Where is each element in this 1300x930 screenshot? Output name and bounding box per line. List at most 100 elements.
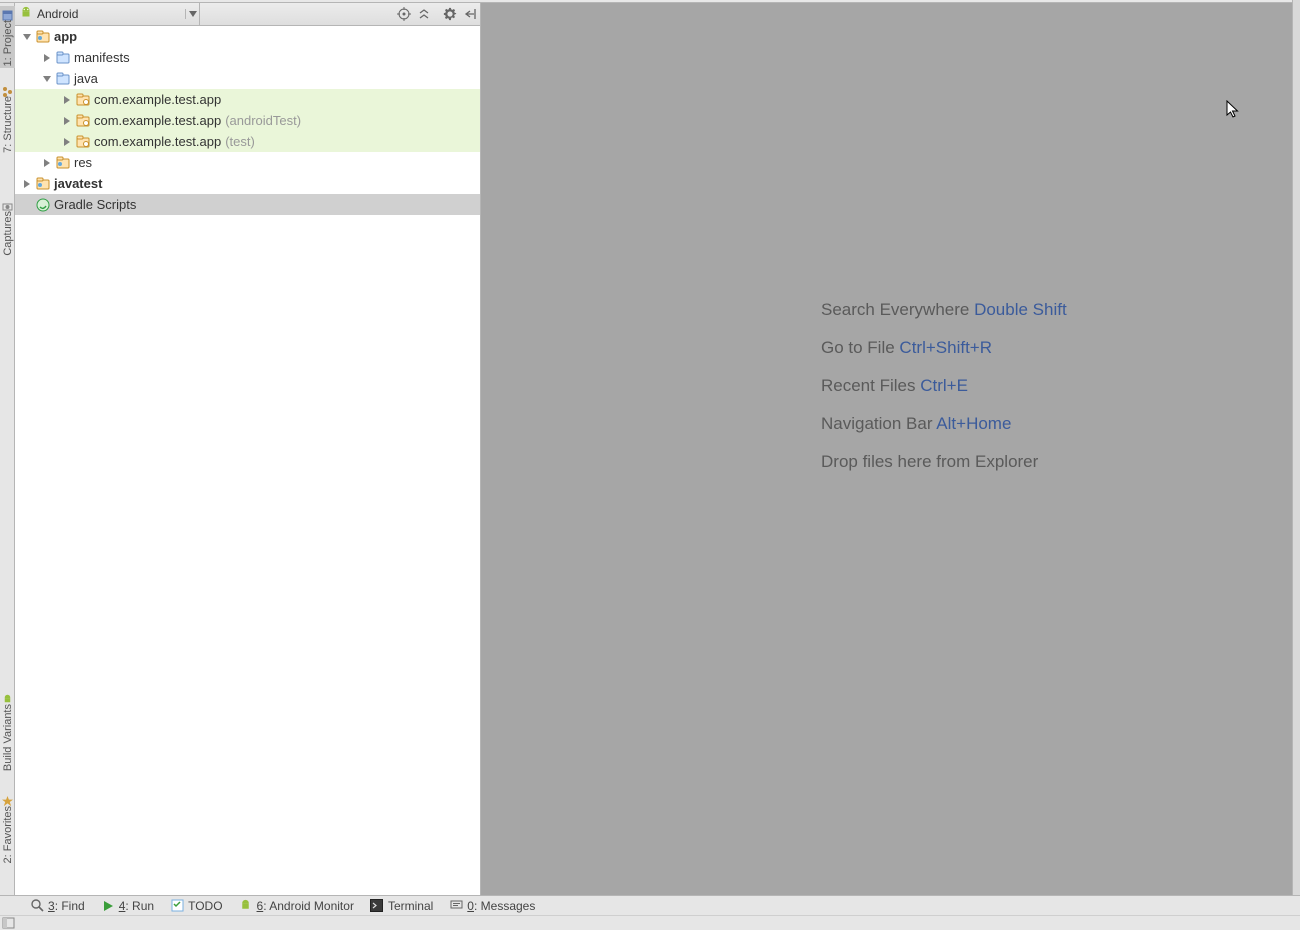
bottom-tab-todo[interactable]: TODO (162, 896, 230, 916)
tree-node-label: res (74, 155, 92, 170)
hide-button[interactable] (460, 5, 480, 23)
tree-twistie[interactable] (39, 155, 55, 171)
right-tool-strip (1292, 0, 1300, 895)
tree-node-label: com.example.test.app(test) (94, 134, 255, 149)
editor-tip: Drop files here from Explorer (821, 443, 1067, 481)
bottom-tab-mnemonic: 3 (48, 899, 55, 913)
tree-node-label: com.example.test.app(androidTest) (94, 113, 301, 128)
tip-text: Recent Files (821, 376, 920, 395)
star-icon (2, 795, 13, 806)
android-icon (239, 899, 253, 913)
package-icon (75, 134, 91, 150)
gradle-icon (35, 197, 51, 213)
todo-icon (170, 899, 184, 913)
tree-row[interactable]: com.example.test.app (15, 89, 480, 110)
scroll-to-source-button[interactable] (394, 5, 414, 23)
editor-tips: Search Everywhere Double ShiftGo to File… (821, 291, 1067, 481)
tree-row[interactable]: javatest (15, 173, 480, 194)
tab-build-variants-label: Build Variants (2, 704, 14, 771)
tab-favorites[interactable]: 2: Favorites (0, 785, 15, 865)
bottom-tab-label: : Android Monitor (263, 899, 354, 913)
left-tool-strip: 1: Project 7: Structure Captures Build V… (0, 3, 15, 895)
tree-node-label: app (54, 29, 77, 44)
tree-node-suffix: (androidTest) (225, 113, 301, 128)
module-icon (35, 176, 51, 192)
tree-node-label: java (74, 71, 98, 86)
module-icon (55, 155, 71, 171)
messages-icon (449, 899, 463, 913)
tree-row[interactable]: res (15, 152, 480, 173)
status-indicator-icon[interactable] (2, 917, 15, 929)
bottom-tab-run[interactable]: 4: Run (93, 896, 162, 916)
terminal-icon (370, 899, 384, 913)
bottom-tab-messages[interactable]: 0: Messages (441, 896, 543, 916)
tree-row[interactable]: Gradle Scripts (15, 194, 480, 215)
tree-twistie[interactable] (39, 71, 55, 87)
bottom-tab-android[interactable]: 6: Android Monitor (231, 896, 362, 916)
tab-structure-label: 7: Structure (2, 96, 14, 153)
project-header: Android (15, 3, 480, 26)
gear-icon[interactable] (440, 5, 460, 23)
tree-twistie[interactable] (19, 176, 35, 192)
tab-build-variants[interactable]: Build Variants (0, 673, 15, 773)
tree-node-suffix: (test) (225, 134, 255, 149)
tree-row[interactable]: app (15, 26, 480, 47)
tree-node-label: Gradle Scripts (54, 197, 136, 212)
editor-tip: Search Everywhere Double Shift (821, 291, 1067, 329)
project-icon (2, 9, 13, 20)
tip-shortcut: Alt+Home (936, 414, 1011, 433)
tree-node-label: manifests (74, 50, 130, 65)
tree-row[interactable]: java (15, 68, 480, 89)
status-bar (0, 915, 1300, 930)
project-tree[interactable]: app manifests java com.example.test.app com.… (15, 26, 480, 895)
editor-tip: Navigation Bar Alt+Home (821, 405, 1067, 443)
tree-twistie[interactable] (59, 134, 75, 150)
search-icon (30, 899, 44, 913)
module-icon (35, 29, 51, 45)
tip-text: Search Everywhere (821, 300, 974, 319)
tree-twistie[interactable] (59, 113, 75, 129)
bottom-tab-label: : Messages (474, 899, 535, 913)
tree-row[interactable]: manifests (15, 47, 480, 68)
folder-icon (55, 71, 71, 87)
tip-text: Navigation Bar (821, 414, 936, 433)
chevron-down-icon (185, 9, 199, 19)
bottom-tab-search[interactable]: 3: Find (22, 896, 93, 916)
android-icon (19, 6, 33, 23)
android-icon (2, 693, 13, 704)
collapse-all-button[interactable] (414, 5, 434, 23)
tree-node-label: com.example.test.app (94, 92, 221, 107)
project-view-dropdown[interactable]: Android (15, 3, 200, 26)
tip-shortcut: Ctrl+E (920, 376, 968, 395)
tip-text: Go to File (821, 338, 899, 357)
bottom-tab-label: TODO (188, 899, 222, 913)
tree-node-label: javatest (54, 176, 102, 191)
tree-twistie[interactable] (19, 29, 35, 45)
tab-captures[interactable]: Captures (0, 183, 15, 258)
tab-favorites-label: 2: Favorites (2, 806, 14, 863)
tab-structure[interactable]: 7: Structure (0, 73, 15, 155)
tree-twistie-empty (19, 197, 35, 213)
tree-twistie[interactable] (39, 50, 55, 66)
folder-icon (55, 50, 71, 66)
tab-project-label: 1: Project (2, 20, 14, 66)
tree-row[interactable]: com.example.test.app(androidTest) (15, 110, 480, 131)
editor-empty-area[interactable]: Search Everywhere Double ShiftGo to File… (481, 3, 1292, 895)
tip-shortcut: Double Shift (974, 300, 1067, 319)
editor-tip: Recent Files Ctrl+E (821, 367, 1067, 405)
editor-tip: Go to File Ctrl+Shift+R (821, 329, 1067, 367)
bottom-tab-mnemonic: 4 (119, 899, 126, 913)
bottom-tab-mnemonic: 6 (257, 899, 264, 913)
project-tool-window: Android app manifests java com.example.test… (15, 3, 481, 895)
tree-twistie[interactable] (59, 92, 75, 108)
bottom-tab-terminal[interactable]: Terminal (362, 896, 441, 916)
bottom-tab-label: Terminal (388, 899, 433, 913)
project-view-label: Android (37, 7, 185, 21)
package-icon (75, 92, 91, 108)
bottom-tab-mnemonic: 0 (467, 899, 474, 913)
tree-row[interactable]: com.example.test.app(test) (15, 131, 480, 152)
run-icon (101, 899, 115, 913)
structure-icon (2, 85, 13, 96)
tip-text: Drop files here from Explorer (821, 452, 1038, 471)
tab-project[interactable]: 1: Project (0, 6, 15, 68)
